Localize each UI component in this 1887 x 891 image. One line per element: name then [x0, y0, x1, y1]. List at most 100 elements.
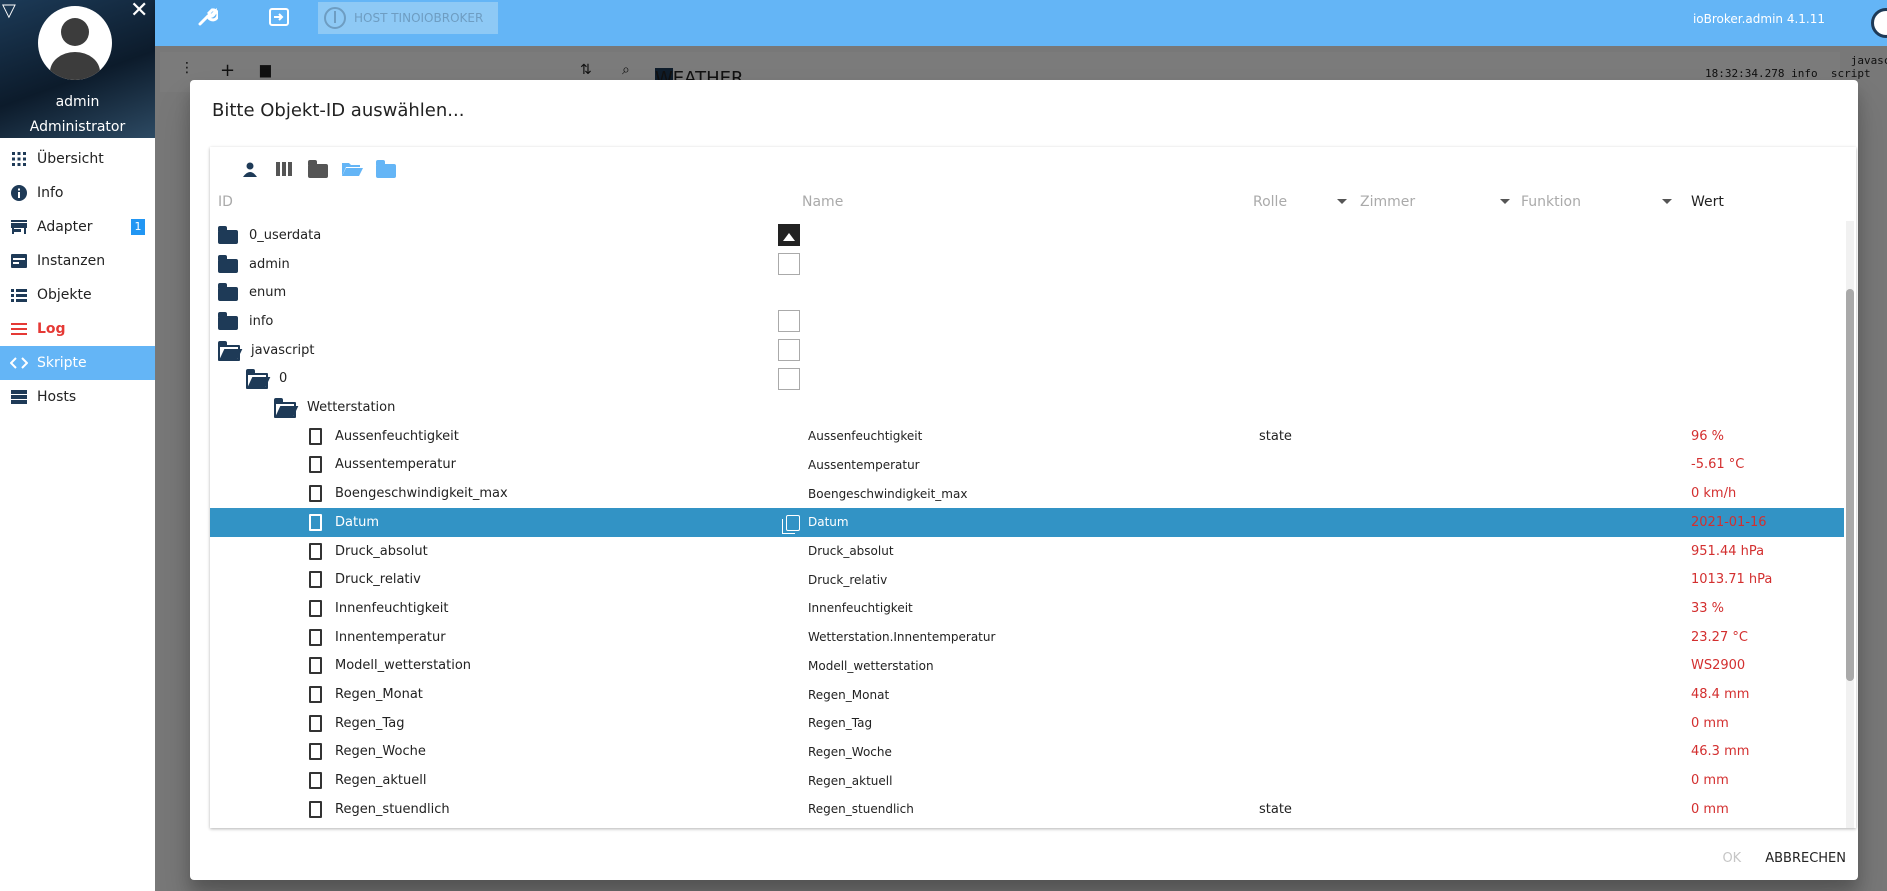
tree-row-state[interactable]: Modell_wetterstation Modell_wetterstatio… [210, 652, 1844, 681]
file-icon [309, 513, 322, 531]
row-id: Regen_aktuell [335, 773, 427, 789]
tree-row-state[interactable]: Regen_stuendlich Regen_stuendlich state … [210, 795, 1844, 824]
row-name: Boengeschwindigkeit_max [808, 486, 968, 501]
row-value: 23.27 °C [1691, 629, 1748, 645]
tree-row-state[interactable]: Aussentemperatur Aussentemperatur -5.61 … [210, 451, 1844, 480]
scrollbar-thumb[interactable] [1846, 289, 1854, 681]
tree-row-admin[interactable]: admin [210, 250, 1844, 279]
close-icon[interactable]: ✕ [130, 0, 148, 22]
sidebar-item-skripte[interactable]: Skripte [0, 346, 155, 380]
row-id: Regen_Monat [335, 687, 423, 703]
sidebar-item-hosts[interactable]: Hosts [0, 380, 155, 414]
file-icon [309, 456, 322, 474]
row-value: 2021-01-16 [1691, 514, 1767, 530]
image-icon [778, 224, 800, 246]
tree-row-javascript[interactable]: javascript [210, 336, 1844, 365]
copy-icon[interactable] [782, 515, 800, 534]
function-filter-dropdown-icon[interactable] [1662, 199, 1672, 204]
file-icon [309, 657, 322, 675]
row-value: 0 mm [1691, 801, 1729, 817]
tree-row-state[interactable]: Regen_Tag Regen_Tag 0 mm [210, 709, 1844, 738]
instances-icon [10, 252, 28, 270]
sidebar-item-label: Übersicht [37, 151, 104, 167]
tree-row-state[interactable]: Regen_Monat Regen_Monat 48.4 mm [210, 680, 1844, 709]
file-icon [309, 686, 322, 704]
tree-row-0[interactable]: 0 [210, 365, 1844, 394]
broken-image-icon [778, 310, 800, 333]
folder-icon [218, 225, 238, 244]
wrench-icon[interactable] [193, 6, 221, 34]
tree-row-state[interactable]: Regen_Woche Regen_Woche 46.3 mm [210, 738, 1844, 767]
tree-row-enum[interactable]: enum [210, 278, 1844, 307]
ok-button[interactable]: OK [1722, 851, 1741, 866]
role-filter-dropdown-icon[interactable] [1337, 199, 1347, 204]
row-id: Innenfeuchtigkeit [335, 600, 449, 616]
tree-row-state[interactable]: Innenfeuchtigkeit Innenfeuchtigkeit 33 % [210, 594, 1844, 623]
top-bar: HOST TINOIOBROKER ioBroker.admin 4.1.11 [155, 0, 1887, 46]
tree-row-state[interactable]: Boengeschwindigkeit_max Boengeschwindigk… [210, 479, 1844, 508]
folder-open-icon[interactable] [340, 157, 364, 181]
folder-open-icon [218, 340, 243, 361]
row-id: admin [249, 256, 290, 272]
row-id: Druck_relativ [335, 572, 421, 588]
sidebar-item-adapter[interactable]: Adapter 1 [0, 210, 155, 244]
row-id: 0_userdata [249, 227, 322, 243]
columns-icon[interactable] [272, 157, 296, 181]
row-id: Regen_Tag [335, 715, 405, 731]
tree-row-wetterstation[interactable]: Wetterstation [210, 393, 1844, 422]
row-value: 0 mm [1691, 715, 1729, 731]
row-value: 96 % [1691, 428, 1725, 444]
select-id-dialog: Bitte Objekt-ID auswählen... ID Name Rol… [190, 80, 1858, 880]
column-header-name: Name [802, 194, 844, 210]
avatar[interactable] [38, 6, 112, 80]
sidebar-item-objekte[interactable]: Objekte [0, 278, 155, 312]
person-icon[interactable] [238, 157, 262, 181]
exit-icon[interactable] [265, 6, 293, 34]
broken-image-icon [778, 367, 800, 390]
row-id: Innentemperatur [335, 629, 446, 645]
update-count-badge: 1 [131, 219, 145, 235]
sidebar-item-info[interactable]: Info [0, 176, 155, 210]
tree-row-state[interactable]: Aussenfeuchtigkeit Aussenfeuchtigkeit st… [210, 422, 1844, 451]
power-icon [324, 7, 346, 29]
folder-icon [218, 254, 238, 273]
object-browser: ID Name Rolle Zimmer Funktion Wert 0_use… [210, 147, 1856, 828]
menu-toggle-icon[interactable]: ▽ [2, 2, 16, 20]
tree-row-info[interactable]: info [210, 307, 1844, 336]
folder-icon[interactable] [306, 157, 330, 181]
row-id: Druck_absolut [335, 543, 428, 559]
row-id: Aussentemperatur [335, 457, 456, 473]
tree-row-selected[interactable]: Datum Datum 2021-01-16 [210, 508, 1844, 537]
row-value: 1013.71 hPa [1691, 572, 1773, 588]
folder-collapse-icon[interactable] [374, 157, 398, 181]
row-value: 48.4 mm [1691, 687, 1750, 703]
row-name: Aussentemperatur [808, 457, 920, 472]
row-id: Boengeschwindigkeit_max [335, 486, 508, 502]
row-name: Druck_relativ [808, 572, 888, 587]
sidebar-item-instanzen[interactable]: Instanzen [0, 244, 155, 278]
column-header-function: Funktion [1521, 194, 1581, 210]
top-avatar[interactable] [1871, 8, 1887, 38]
tree-row-state[interactable]: Druck_absolut Druck_absolut 951.44 hPa [210, 537, 1844, 566]
column-header-room: Zimmer [1360, 194, 1416, 210]
sidebar: ▽ ✕ admin Administrator Übersicht Info A… [0, 0, 155, 891]
row-id: Regen_stuendlich [335, 801, 450, 817]
row-id: info [249, 313, 274, 329]
file-icon [309, 772, 322, 790]
file-icon [309, 571, 322, 589]
tree-row-state[interactable]: Druck_relativ Druck_relativ 1013.71 hPa [210, 565, 1844, 594]
room-filter-dropdown-icon[interactable] [1500, 199, 1510, 204]
row-value: 951.44 hPa [1691, 543, 1765, 559]
host-button[interactable]: HOST TINOIOBROKER [318, 2, 498, 34]
tree-row-state[interactable]: Regen_aktuell Regen_aktuell 0 mm [210, 766, 1844, 795]
row-id: javascript [251, 342, 315, 358]
grid-icon [10, 150, 28, 168]
version-label: ioBroker.admin 4.1.11 [1692, 12, 1825, 26]
sidebar-item-uebersicht[interactable]: Übersicht [0, 142, 155, 176]
cancel-button[interactable]: ABBRECHEN [1765, 851, 1846, 866]
sidebar-item-log[interactable]: Log [0, 312, 155, 346]
row-name: Datum [808, 515, 849, 530]
tree-row-0-userdata[interactable]: 0_userdata [210, 221, 1844, 250]
file-icon [309, 427, 322, 445]
tree-row-state[interactable]: Innentemperatur Wetterstation.Innentempe… [210, 623, 1844, 652]
